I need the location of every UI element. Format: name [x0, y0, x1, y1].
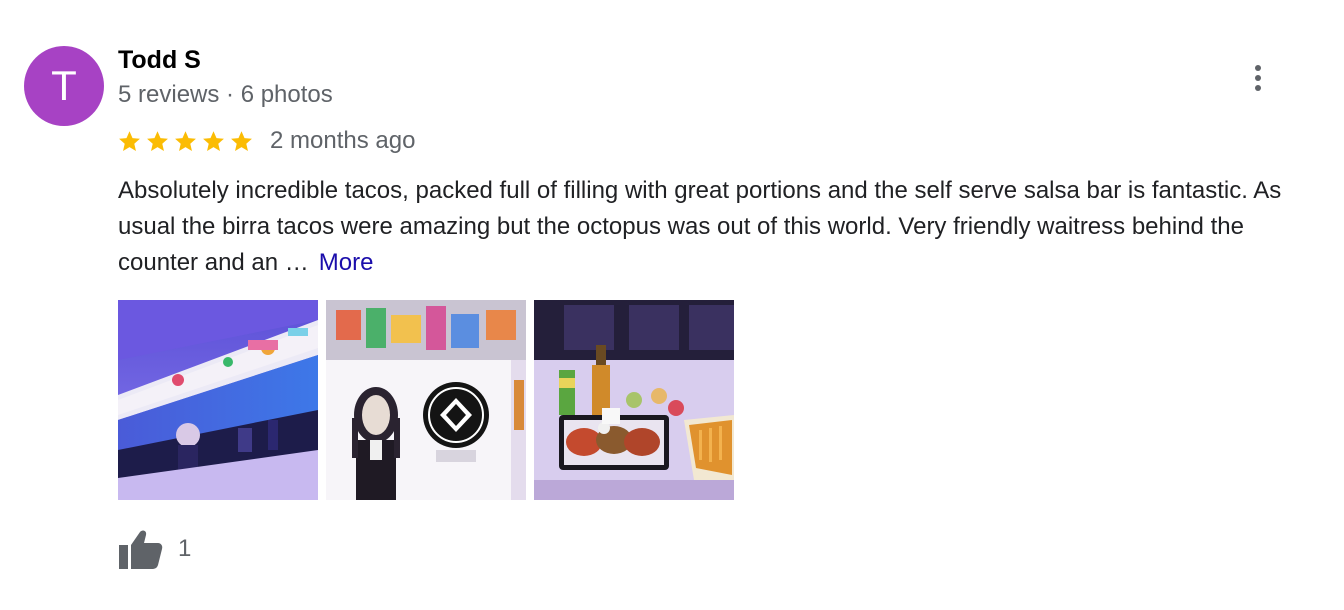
- more-options-button[interactable]: [1240, 58, 1276, 98]
- review-photo[interactable]: [534, 300, 734, 500]
- review-text: Absolutely incredible tacos, packed full…: [118, 173, 1288, 281]
- star-icon: [173, 129, 198, 154]
- avatar[interactable]: T: [24, 46, 104, 126]
- photo-mural-wall: [118, 300, 318, 500]
- star-icon: [229, 129, 254, 154]
- review-card: T Todd S 5 reviews · 6 photos 2 months a…: [0, 0, 1344, 610]
- review-photos: [118, 300, 734, 500]
- review-photo[interactable]: [326, 300, 526, 500]
- more-vert-icon-dot: [1255, 85, 1261, 91]
- more-vert-icon: [1255, 65, 1261, 71]
- like-row: 1: [118, 528, 191, 570]
- star-rating: [117, 126, 254, 156]
- star-icon: [145, 129, 170, 154]
- review-body: Absolutely incredible tacos, packed full…: [118, 177, 1282, 276]
- more-link[interactable]: More: [319, 249, 374, 276]
- like-count: 1: [178, 535, 192, 562]
- star-icon: [201, 129, 226, 154]
- photo-character-mural: [326, 300, 526, 500]
- star-icon: [117, 129, 142, 154]
- thumbs-up-icon: [119, 530, 163, 569]
- review-photo[interactable]: [118, 300, 318, 500]
- more-vert-icon-dot: [1255, 75, 1261, 81]
- like-button[interactable]: [118, 528, 164, 570]
- review-date: 2 months ago: [270, 127, 416, 154]
- photo-taco-plate: [534, 300, 734, 500]
- reviewer-name[interactable]: Todd S: [118, 46, 201, 75]
- reviewer-meta: 5 reviews · 6 photos: [118, 81, 333, 108]
